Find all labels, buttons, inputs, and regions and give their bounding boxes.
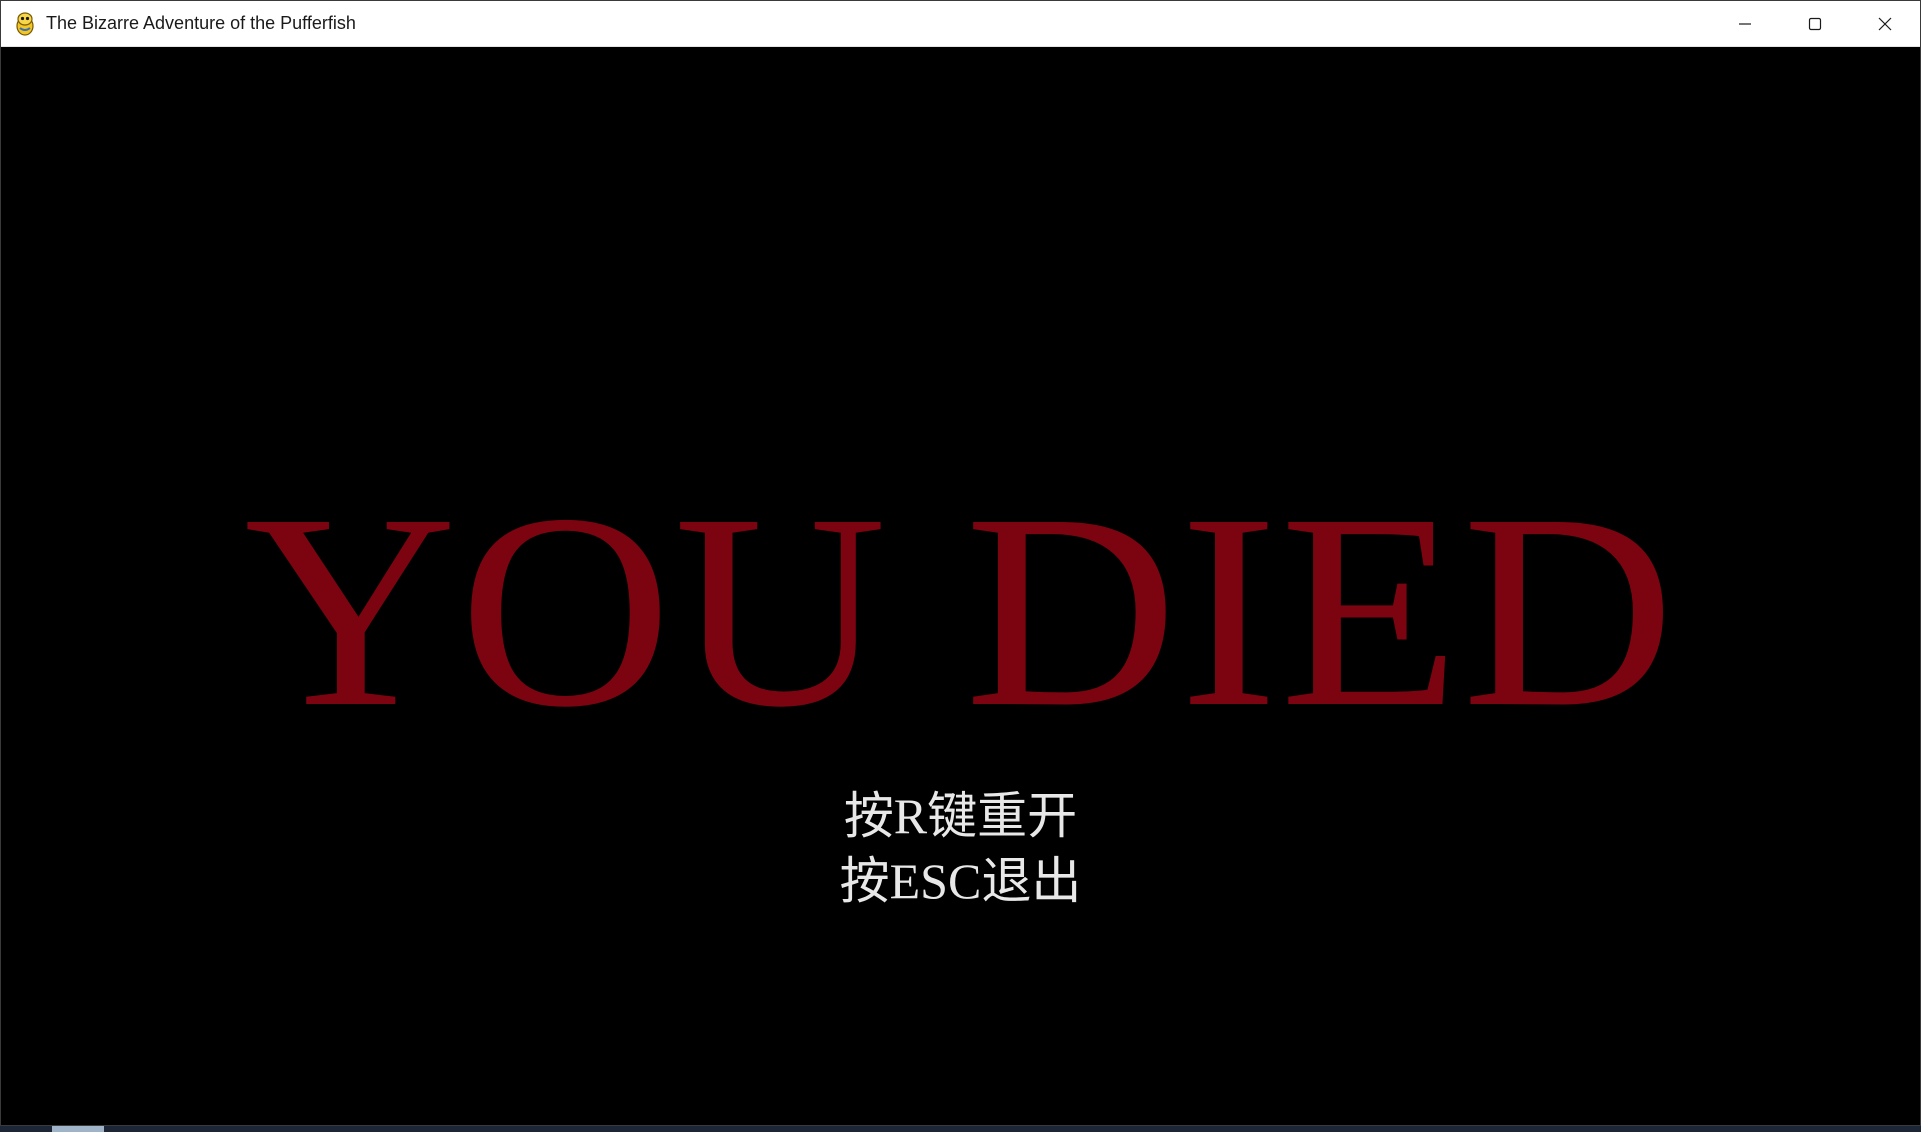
maximize-button[interactable] <box>1780 1 1850 46</box>
taskbar-edge <box>0 1126 1921 1132</box>
game-window: The Bizarre Adventure of the Pufferfish … <box>0 0 1921 1126</box>
title-bar[interactable]: The Bizarre Adventure of the Pufferfish <box>1 1 1920 47</box>
maximize-icon <box>1808 17 1822 30</box>
taskbar-thumbnail[interactable] <box>52 1126 104 1132</box>
close-button[interactable] <box>1850 1 1920 46</box>
quit-hint: 按ESC退出 <box>839 853 1082 909</box>
close-icon <box>1878 17 1892 30</box>
pygame-snake-icon <box>13 11 37 36</box>
death-message: YOU DIED <box>244 457 1677 765</box>
minimize-icon <box>1739 22 1751 25</box>
minimize-button[interactable] <box>1710 1 1780 46</box>
window-title: The Bizarre Adventure of the Pufferfish <box>46 13 356 33</box>
game-canvas[interactable]: YOU DIED 按R键重开 按ESC退出 <box>1 47 1920 1125</box>
restart-hint: 按R键重开 <box>843 788 1078 844</box>
